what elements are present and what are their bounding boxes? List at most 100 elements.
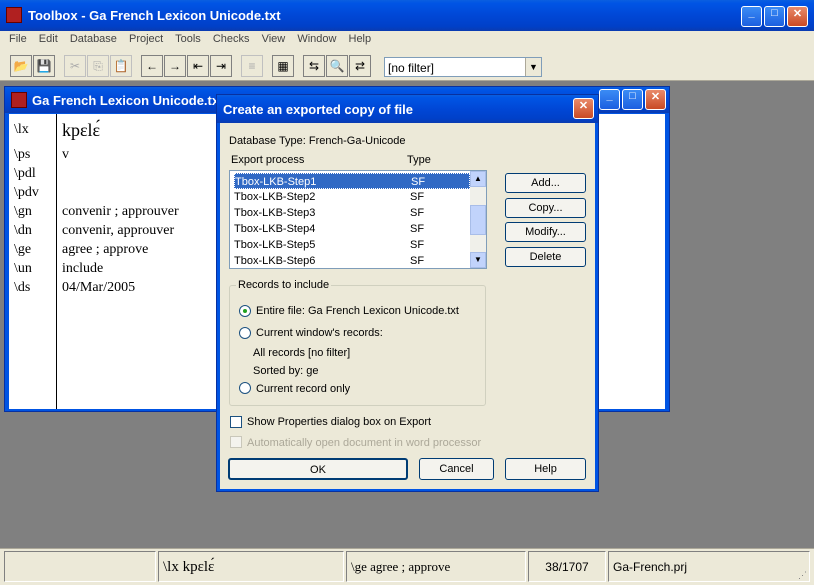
field-marker: \gn <box>14 204 32 219</box>
auto-open-checkbox[interactable] <box>230 436 242 448</box>
process-type: SF <box>410 207 425 219</box>
auto-open-label: Automatically open document in word proc… <box>247 437 482 449</box>
all-records-text: All records [no filter] <box>253 347 351 359</box>
field-value[interactable]: kpɛlɛ́ <box>62 120 100 141</box>
process-name: Tbox-LKB-Step4 <box>234 223 316 235</box>
field-value[interactable]: agree ; approve <box>62 242 148 258</box>
list-item[interactable]: Tbox-LKB-Step6 SF <box>234 253 470 269</box>
last-record-icon[interactable]: ⇥ <box>210 55 232 77</box>
list-item[interactable]: Tbox-LKB-Step3 SF <box>234 205 470 221</box>
resize-grip-icon[interactable]: ⋰ <box>798 570 810 582</box>
field-marker: \ps <box>14 147 31 162</box>
db-type-label: Database Type: French-Ga-Unicode <box>229 135 406 147</box>
field-value[interactable]: 04/Mar/2005 <box>62 280 135 296</box>
copy-button[interactable]: Copy... <box>505 198 586 218</box>
doc-minimize-button[interactable]: _ <box>599 89 620 110</box>
add-button[interactable]: Add... <box>505 173 586 193</box>
doc-close-button[interactable]: ✕ <box>645 89 666 110</box>
process-name: Tbox-LKB-Step3 <box>234 207 316 219</box>
find-icon[interactable]: 🔍 <box>326 55 348 77</box>
sorted-by-text: Sorted by: ge <box>253 365 319 377</box>
process-type: SF <box>410 223 425 235</box>
app-title-bar: Toolbox - Ga French Lexicon Unicode.txt … <box>0 0 814 31</box>
ok-button[interactable]: OK <box>228 458 408 480</box>
process-type: SF <box>410 191 425 203</box>
dialog-title-bar: Create an exported copy of file ✕ <box>217 95 598 123</box>
list-item[interactable]: Tbox-LKB-Step4 SF <box>234 221 470 237</box>
scroll-thumb[interactable] <box>470 205 486 235</box>
process-name: Tbox-LKB-Step6 <box>234 255 316 267</box>
field-marker: \un <box>14 261 32 276</box>
show-properties-label: Show Properties dialog box on Export <box>247 416 432 428</box>
field-value[interactable]: v <box>62 147 69 163</box>
radio-entire-file-label: Entire file: Ga French Lexicon Unicode.t… <box>256 305 459 317</box>
status-empty <box>4 551 156 582</box>
dialog-close-button[interactable]: ✕ <box>573 98 594 119</box>
records-group-label: Records to include <box>236 279 332 291</box>
list-item[interactable]: Tbox-LKB-Step5 SF <box>234 237 470 253</box>
field-value[interactable]: include <box>62 261 103 277</box>
list-scrollbar[interactable]: ▲ ▼ <box>470 171 486 268</box>
chevron-down-icon[interactable]: ▼ <box>525 58 541 76</box>
process-type: SF <box>410 239 425 251</box>
menu-edit[interactable]: Edit <box>39 33 58 45</box>
menu-window[interactable]: Window <box>297 33 336 45</box>
menu-file[interactable]: File <box>9 33 27 45</box>
cut-icon[interactable]: ✂ <box>64 55 86 77</box>
list-item[interactable]: Tbox-LKB-Step2 SF <box>234 189 470 205</box>
scroll-up-icon[interactable]: ▲ <box>470 171 486 187</box>
menu-view[interactable]: View <box>262 33 286 45</box>
maximize-button[interactable]: □ <box>764 6 785 27</box>
modify-button[interactable]: Modify... <box>505 222 586 242</box>
find-replace-icon[interactable]: ⇄ <box>349 55 371 77</box>
field-marker: \ge <box>14 242 32 257</box>
status-lx: \lx kpɛlɛ́ <box>158 551 344 582</box>
export-process-list[interactable]: Tbox-LKB-Step1 SF Tbox-LKB-Step2 SF Tbox-L… <box>229 170 487 269</box>
jump-icon[interactable]: ⇆ <box>303 55 325 77</box>
radio-dot <box>243 309 247 313</box>
copy-icon[interactable]: ⎘ <box>87 55 109 77</box>
doc-maximize-button[interactable]: □ <box>622 89 643 110</box>
radio-window-records-label: Current window's records: <box>256 327 383 339</box>
menu-bar: File Edit Database Project Tools Checks … <box>0 31 814 51</box>
field-marker: \ds <box>14 280 31 295</box>
process-name: Tbox-LKB-Step5 <box>234 239 316 251</box>
arrow-left-icon[interactable]: ← <box>141 55 163 77</box>
field-value[interactable]: convenir ; approuver <box>62 204 179 220</box>
open-icon[interactable]: 📂 <box>10 55 32 77</box>
field-value[interactable]: convenir, approuver <box>62 223 174 239</box>
browse-view-icon[interactable]: ≡ <box>241 55 263 77</box>
export-dialog: Create an exported copy of file ✕ Databa… <box>216 94 599 492</box>
doc-icon <box>11 92 27 108</box>
list-item[interactable]: Tbox-LKB-Step1 SF <box>234 173 470 189</box>
first-record-icon[interactable]: ⇤ <box>187 55 209 77</box>
filter-value: [no filter] <box>388 61 435 75</box>
app-icon <box>6 7 22 23</box>
help-button[interactable]: Help <box>505 458 586 480</box>
radio-current-record[interactable] <box>239 382 251 394</box>
show-properties-checkbox[interactable] <box>230 416 242 428</box>
arrow-right-icon[interactable]: → <box>164 55 186 77</box>
delete-button[interactable]: Delete <box>505 247 586 267</box>
save-icon[interactable]: 💾 <box>33 55 55 77</box>
close-button[interactable]: ✕ <box>787 6 808 27</box>
menu-help[interactable]: Help <box>349 33 372 45</box>
doc-title: Ga French Lexicon Unicode.txt <box>32 93 224 108</box>
scroll-down-icon[interactable]: ▼ <box>470 252 486 268</box>
radio-window-records[interactable] <box>239 327 251 339</box>
cancel-button[interactable]: Cancel <box>419 458 494 480</box>
export-process-header: Export process <box>231 154 305 166</box>
status-ge: \ge agree ; approve <box>346 551 526 582</box>
radio-entire-file[interactable] <box>239 305 251 317</box>
process-name: Tbox-LKB-Step2 <box>234 191 316 203</box>
paste-icon[interactable]: 📋 <box>110 55 132 77</box>
radio-current-record-label: Current record only <box>256 383 351 395</box>
table-view-icon[interactable]: ▦ <box>272 55 294 77</box>
filter-select[interactable]: [no filter] ▼ <box>384 57 542 77</box>
menu-database[interactable]: Database <box>70 33 117 45</box>
menu-project[interactable]: Project <box>129 33 163 45</box>
minimize-button[interactable]: _ <box>741 6 762 27</box>
menu-tools[interactable]: Tools <box>175 33 201 45</box>
field-marker: \lx <box>14 122 29 137</box>
menu-checks[interactable]: Checks <box>213 33 250 45</box>
